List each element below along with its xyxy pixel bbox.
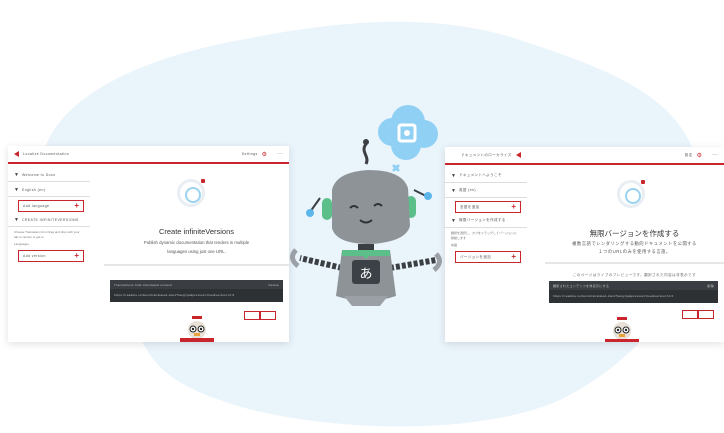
- antenna: [362, 143, 369, 165]
- sidebar-section[interactable]: ▼ 無限バージョンを作成する: [451, 216, 521, 225]
- red-dot: [201, 179, 205, 183]
- plus-icon: +: [511, 252, 516, 261]
- translation-bar: 翻訳されたコンテンツを非表示にする 削除 https://readme.io/do…: [549, 281, 718, 303]
- chevron-down-icon: ▼: [451, 187, 456, 194]
- divider: [8, 181, 90, 182]
- page-subtitle-1: 複数言語でレンダリングする動的ドキュメントを公開する: [572, 241, 697, 246]
- url-text: https://readme.io/docs/translated-docs?l…: [114, 293, 235, 297]
- header-title: Localize Documentation: [23, 152, 70, 156]
- divider: [104, 264, 289, 266]
- page-title: Create infiniteVersions: [158, 227, 235, 236]
- sidebar: ▼ ドキュメントへようこそ ▼ 英語 (en) 言語を追加 + ▼ 無限バージョ…: [445, 167, 527, 342]
- sidebar-subhead: 言語: [451, 243, 458, 247]
- divider: [8, 196, 90, 197]
- cancel-button[interactable]: [682, 310, 698, 319]
- main-content: Create infiniteVersions Publish dynamic …: [104, 166, 289, 342]
- gear-cloud-icon: [378, 105, 438, 160]
- back-arrow-icon[interactable]: [515, 152, 521, 158]
- sidebar-item[interactable]: ▼ Welcome to Docs: [14, 170, 84, 179]
- owl-mascot: [180, 316, 214, 342]
- plus-icon: +: [511, 202, 516, 211]
- more-icon[interactable]: ···: [277, 151, 283, 157]
- cancel-button[interactable]: [244, 311, 260, 320]
- save-button[interactable]: [698, 310, 714, 319]
- header-title: ドキュメントのローカライズ: [461, 152, 512, 157]
- add-version-button[interactable]: Add version +: [18, 250, 84, 262]
- page-subtitle-2: １つのURLのみを使用する言語。: [598, 249, 671, 254]
- page-subtitle-2: languages using just one URL.: [167, 249, 226, 254]
- save-button[interactable]: [260, 311, 276, 320]
- action-buttons: [682, 310, 714, 319]
- versions-logo-icon: [617, 180, 645, 208]
- japanese-docs-panel: ドキュメントのローカライズ 設定 ⚙ ··· ▼ ドキュメントへようこそ ▼ 英…: [445, 147, 724, 342]
- versions-logo-icon: [177, 179, 205, 207]
- red-dot: [641, 180, 645, 184]
- chevron-down-icon: ▼: [14, 186, 19, 193]
- sidebar-item[interactable]: ▼ English (en): [14, 185, 84, 194]
- divider: [445, 197, 527, 198]
- divider: [545, 262, 724, 264]
- page-subtitle-1: Publish dynamic documentation that rende…: [143, 240, 250, 245]
- settings-link[interactable]: Settings: [242, 152, 258, 156]
- sidebar-item[interactable]: ▼ ドキュメントへようこそ: [451, 171, 521, 180]
- sidebar: ▼ Welcome to Docs ▼ English (en) Add lan…: [8, 166, 90, 342]
- chevron-down-icon: ▼: [14, 171, 19, 178]
- chevron-down-icon: ▼: [14, 216, 19, 223]
- top-bar: Localize Documentation Settings ⚙ ···: [8, 146, 289, 164]
- page-title: 無限バージョンを作成する: [589, 229, 680, 238]
- hiragana-screen: あ: [359, 267, 372, 282]
- divider: [445, 182, 527, 183]
- sidebar-subhead: Languages: [14, 242, 29, 246]
- gear-icon[interactable]: ⚙: [697, 152, 702, 159]
- sidebar-section[interactable]: ▼ CREATE INFINITEVERSIONS: [14, 215, 84, 224]
- sidebar-item[interactable]: ▼ 英語 (en): [451, 186, 521, 195]
- plus-icon: +: [74, 251, 79, 260]
- gear-icon[interactable]: ⚙: [262, 151, 267, 158]
- settings-link[interactable]: 設定: [685, 153, 693, 158]
- add-language-button[interactable]: 言語を追加 +: [455, 201, 521, 213]
- divider: [8, 226, 90, 227]
- add-version-button[interactable]: バージョンを追加 +: [455, 251, 521, 263]
- divider: [445, 227, 527, 228]
- url-text: https://readme.io/docs/translated-docs?l…: [553, 294, 674, 298]
- translation-bar: Translations hide translated content Dele…: [110, 280, 283, 302]
- sidebar-description: Choose Translation from Drag and drop wi…: [14, 230, 80, 239]
- sparkle-icon: [392, 164, 400, 172]
- translation-robot-illustration: あ: [290, 105, 442, 306]
- preview-note: このページはライブのプレビューです。翻訳された内容は非表示です: [572, 273, 697, 277]
- chevron-down-icon: ▼: [451, 217, 456, 224]
- sidebar-description: 翻訳を選択し、タブをドラッグしてバージョンに移動します: [451, 231, 517, 240]
- english-docs-panel: Localize Documentation Settings ⚙ ··· ▼ …: [8, 146, 289, 342]
- top-bar: ドキュメントのローカライズ 設定 ⚙ ···: [445, 147, 724, 165]
- main-content: 無限バージョンを作成する 複数言語でレンダリングする動的ドキュメントを公開する …: [545, 167, 724, 342]
- add-language-button[interactable]: Add language +: [18, 200, 84, 212]
- action-buttons: [244, 311, 276, 320]
- plus-icon: +: [74, 201, 79, 210]
- owl-mascot: [605, 317, 639, 342]
- more-icon[interactable]: ···: [712, 152, 718, 158]
- back-arrow-icon[interactable]: [14, 151, 19, 157]
- chevron-down-icon: ▼: [451, 172, 456, 179]
